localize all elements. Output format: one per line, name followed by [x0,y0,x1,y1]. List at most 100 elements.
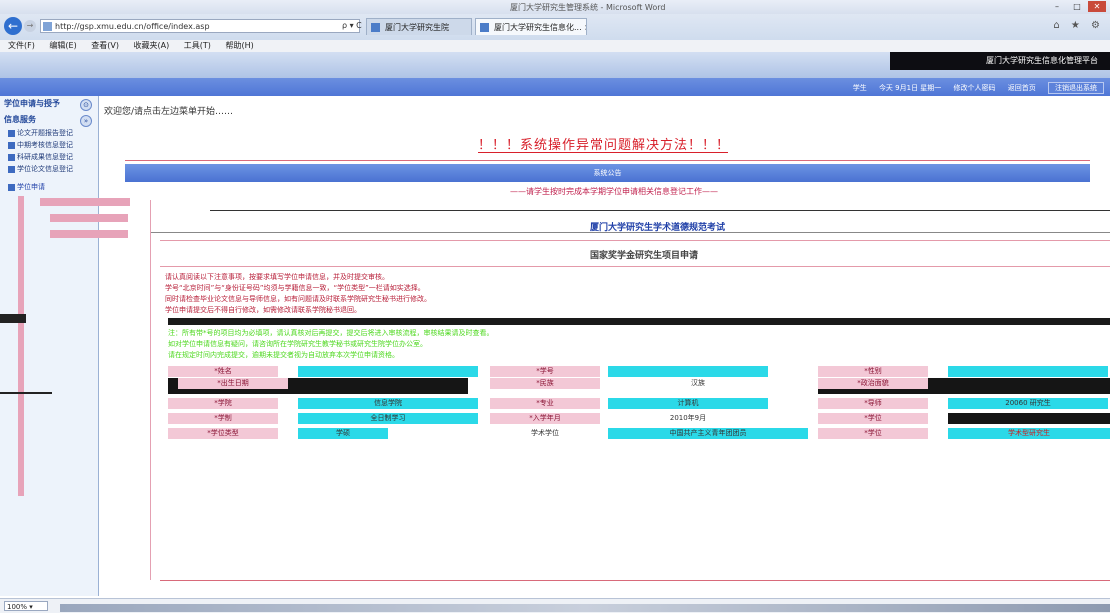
menu-favorites[interactable]: 收藏夹(A) [134,41,170,50]
degree-kind-value[interactable]: 学术型研究生 [948,428,1110,439]
sidebar-item-label: 学位论文信息登记 [17,165,73,173]
back-arrow-icon[interactable]: ← [4,17,22,35]
section-band [168,318,1110,325]
political-status-label: *政治面貌 [818,378,928,389]
home-favorites-tools-icons[interactable]: ⌂ ★ ⚙ [1053,20,1104,31]
degree-label: *学位 [818,413,928,424]
platform-title: 厦门大学研究生信息化管理平台 [890,52,1110,70]
form-row: *出生日期 *民族 汉族 *政治面貌 [168,378,1110,394]
advisor-value[interactable]: 20060 研究生 [948,398,1108,409]
folder-icon [8,153,15,161]
tab-label: 厦门大学研究生信息化... × [494,23,587,32]
enroll-date-value[interactable]: 2010年9月 [608,413,768,424]
note-red: 学位申请提交后不得自行修改，如需修改请联系学院秘书退回。 [165,306,361,314]
render-artifact-strip [50,214,128,222]
sidebar-section-degree[interactable]: 学位申请与授予 ⊙ [4,98,92,111]
maximize-button[interactable]: □ [1068,1,1086,12]
folder-icon [8,141,15,149]
sidebar-item-research[interactable]: 科研成果信息登记 [8,152,96,163]
folder-icon [8,165,15,173]
folder-icon [8,183,15,191]
sidebar-section-label: 信息服务 [4,115,36,124]
degree-field[interactable] [948,413,1110,424]
divider [125,160,1090,161]
sidebar-section-label: 学位申请与授予 [4,99,60,108]
enroll-date-label: *入学年月 [490,413,600,424]
zoom-dropdown[interactable]: 100% ▾ [4,601,48,611]
note-green: 如对学位申请信息有疑问，请咨询所在学院研究生教学秘书或研究生院学位办公室。 [168,340,427,348]
menu-view[interactable]: 查看(V) [91,41,119,50]
forward-arrow-icon[interactable]: → [24,20,36,32]
study-mode-value[interactable]: 全日制学习 [298,413,478,424]
tab-favicon-icon [480,23,489,32]
note-green: 请在规定时间内完成提交，逾期未提交者视为自动放弃本次学位申请资格。 [168,351,399,359]
address-input[interactable]: http://gsp.xmu.edu.cn/office/index.asp [40,19,360,33]
welcome-text: 欢迎您/请点击左边菜单开始…… [104,107,234,117]
sidebar-item-proposal[interactable]: 论文开题报告登记 [8,128,96,139]
study-mode-label: *学制 [168,413,278,424]
change-password-link[interactable]: 修改个人密码 [954,84,996,92]
school-value[interactable]: 信息学院 [298,398,478,409]
menu-help[interactable]: 帮助(H) [225,41,253,50]
system-help-link[interactable]: ！！！系统操作异常问题解决方法！！！ [478,134,730,153]
menu-file[interactable]: 文件(F) [8,41,35,50]
title-underline [478,152,728,153]
tab-info-system[interactable]: 厦门大学研究生信息化... × [475,18,587,35]
collapse-icon[interactable]: ⊙ [80,99,92,111]
render-artifact-strip [50,230,128,238]
taskbar-strip [60,604,1110,612]
divider [210,210,1110,211]
home-link[interactable]: 返回首页 [1008,84,1036,92]
ethnicity-value[interactable]: 汉族 [668,378,728,389]
sidebar-section-info[interactable]: 信息服务 » [4,114,92,127]
school-label: *学院 [168,398,278,409]
sidebar-item-midterm[interactable]: 中期考核信息登记 [8,140,96,151]
render-artifact-strip [40,198,130,206]
menu-tools[interactable]: 工具(T) [184,41,211,50]
sidebar-item-label: 科研成果信息登记 [17,153,73,161]
logout-button[interactable]: 注销退出系统 [1048,82,1104,94]
sidebar-item-degree-apply[interactable]: 学位申请 [8,182,96,193]
menubar: 文件(F) 编辑(E) 查看(V) 收藏夹(A) 工具(T) 帮助(H) [0,40,1110,52]
tab-label: 厦门大学研究生院 [385,23,449,32]
note-red: 同时请检查毕业论文信息与导师信息，如有问题请及时联系学院研究生秘书进行修改。 [165,295,431,303]
address-actions[interactable]: ρ ▾ C [342,21,362,30]
student-id-field[interactable] [608,366,768,377]
content-border [150,200,151,580]
form-row: *学院 信息学院 *专业 计算机 *导师 20060 研究生 [168,398,1110,409]
divider [160,266,1110,267]
expand-icon[interactable]: » [80,115,92,127]
degree-type-label: *学位类型 [168,428,278,439]
top-nav-bar: 学生 今天 9月1日 星期一 修改个人密码 返回首页 注销退出系统 [0,78,1110,96]
close-button[interactable]: ✕ [1088,1,1106,12]
site-banner: 厦门大学研究生信息化管理平台 [0,52,1110,78]
render-artifact-block [0,392,52,394]
menu-edit[interactable]: 编辑(E) [49,41,76,50]
degree-label-2: *学位 [818,428,928,439]
name-field[interactable] [298,366,478,377]
form-row: *学制 全日制学习 *入学年月 2010年9月 *学位 [168,413,1110,424]
political-value[interactable]: 中国共产主义青年团团员 [608,428,808,439]
url-text: http://gsp.xmu.edu.cn/office/index.asp [55,22,210,31]
tab-graduate-school[interactable]: 厦门大学研究生院 [366,18,472,35]
date-text: 今天 9月1日 星期一 [878,84,942,92]
advisor-label: *导师 [818,398,928,409]
major-label: *专业 [490,398,600,409]
scholarship-application-link[interactable]: 国家奖学金研究生项目申请 [590,248,698,261]
sidebar: 学位申请与授予 ⊙ 信息服务 » 论文开题报告登记 中期考核信息登记 科研成果信… [0,96,130,596]
gender-field[interactable] [948,366,1108,377]
name-label: *姓名 [168,366,278,377]
minimize-button[interactable]: – [1048,1,1066,12]
degree-category-value[interactable]: 学术学位 [490,428,600,439]
sidebar-item-thesis[interactable]: 学位论文信息登记 [8,164,96,175]
sidebar-item-label: 论文开题报告登记 [17,129,73,137]
window-title: 厦门大学研究生管理系统 - Microsoft Word [510,3,666,12]
form-row: *姓名 *学号 *性别 [168,366,1110,377]
academic-ethics-exam-link[interactable]: 厦门大学研究生学术道德规范考试 [590,220,725,233]
notice-header: 系统公告 [125,164,1090,182]
render-artifact-strip [18,196,24,496]
degree-type-value[interactable]: 学硕 [298,428,388,439]
top-nav-links: 学生 今天 9月1日 星期一 修改个人密码 返回首页 注销退出系统 [843,82,1104,94]
render-artifact-block [0,314,26,323]
major-value[interactable]: 计算机 [608,398,768,409]
